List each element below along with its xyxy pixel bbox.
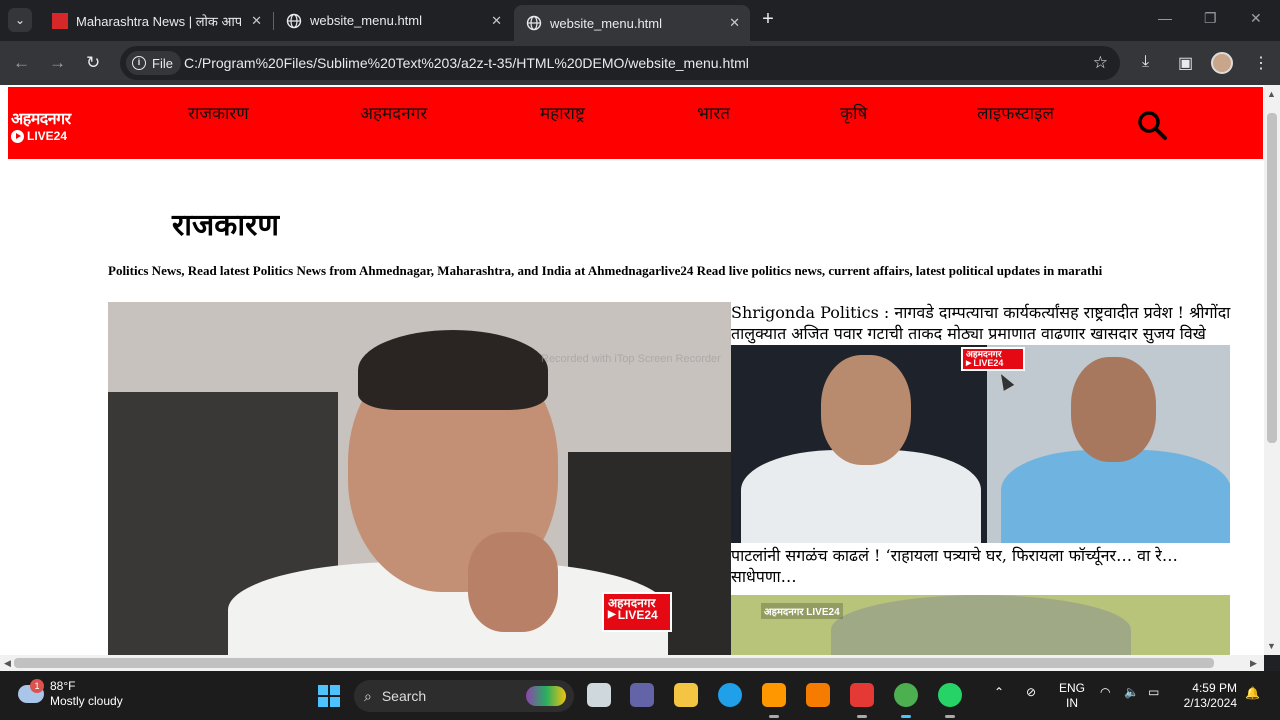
edge-icon[interactable] (718, 683, 742, 707)
browser-tab[interactable]: Maharashtra News | लोक आपला ✕ (40, 6, 272, 35)
browser-toolbar: ← → ↻ i File C:/Program%20Files/Sublime%… (0, 41, 1280, 85)
search-label: Search (381, 688, 427, 704)
address-bar[interactable]: i File C:/Program%20Files/Sublime%20Text… (120, 46, 1120, 80)
vertical-scrollbar[interactable]: ▲ ▼ (1264, 85, 1280, 655)
browser-tab[interactable]: website_menu.html ✕ (274, 6, 512, 35)
news-title[interactable]: पाटलांनी सगळंच काढलं ! ‘राहायला पत्र्याच… (731, 545, 1231, 587)
profile-avatar[interactable] (1211, 52, 1233, 74)
menu-item-maharashtra[interactable]: महाराष्ट्र (540, 101, 585, 124)
taskbar-search[interactable]: ⌕ Search (354, 680, 574, 712)
site-info-chip[interactable]: i File (126, 51, 181, 75)
menu-item-india[interactable]: भारत (697, 101, 730, 124)
download-icon[interactable]: ⤓ (1142, 53, 1149, 71)
new-tab-button[interactable]: + (758, 8, 778, 32)
play-icon (11, 129, 24, 143)
recorder-watermark: Recorded with iTop Screen Recorder (541, 353, 721, 365)
teams-icon[interactable] (630, 683, 654, 707)
sublime-text-icon[interactable] (762, 683, 786, 707)
close-window-icon[interactable]: ✕ (1250, 10, 1262, 27)
tab-title: website_menu.html (550, 15, 662, 31)
brand-badge: अहमदनगर ▶ LIVE24 (961, 347, 1025, 371)
tab-title: Maharashtra News | लोक आपला (76, 13, 241, 29)
news-image[interactable]: अहमदनगर LIVE24 (731, 595, 1230, 655)
screen-recorder-icon[interactable] (850, 683, 874, 707)
browser-tab-active[interactable]: website_menu.html ✕ (514, 5, 750, 41)
file-explorer-icon[interactable] (674, 683, 698, 707)
search-highlight-icon (526, 686, 566, 706)
page-viewport: अहमदनगर LIVE24 राजकारण अहमदनगर महाराष्ट्… (0, 85, 1264, 655)
brand-badge: अहमदनगर LIVE24 (761, 603, 843, 619)
close-tab-icon[interactable]: ✕ (729, 15, 740, 31)
file-chip-label: File (152, 55, 173, 71)
info-icon: i (132, 56, 146, 70)
globe-icon (526, 15, 542, 31)
forward-icon[interactable]: → (49, 53, 66, 73)
menu-item-ahmednagar[interactable]: अहमदनगर (360, 101, 427, 124)
brand-badge: अहमदनगर ▶ LIVE24 (602, 592, 672, 632)
scroll-left-icon[interactable]: ◀ (4, 658, 11, 669)
side-panel-icon[interactable]: ▣ (1178, 53, 1193, 73)
windows-taskbar: 1 88°F Mostly cloudy ⌕ Search ⌃ ⊘ ENG IN… (0, 671, 1280, 720)
page-title: राजकारण (172, 208, 280, 243)
battery-icon[interactable]: ▭ (1148, 685, 1159, 699)
logo-line1: अहमदनगर (11, 111, 71, 128)
bookmark-star-icon[interactable]: ☆ (1093, 53, 1108, 73)
cloud-icon: 1 (18, 679, 44, 703)
weather-condition: Mostly cloudy (50, 694, 123, 708)
close-tab-icon[interactable]: ✕ (251, 13, 262, 29)
search-icon: ⌕ (364, 687, 372, 704)
whatsapp-icon[interactable] (938, 683, 962, 707)
site-favicon-icon (52, 12, 68, 29)
site-logo[interactable]: अहमदनगर LIVE24 (11, 107, 71, 143)
restore-icon[interactable]: ❐ (1204, 10, 1217, 27)
scrollbar-thumb[interactable] (14, 658, 1214, 668)
scroll-down-icon[interactable]: ▼ (1267, 641, 1276, 651)
horizontal-scrollbar[interactable]: ◀ ▶ (0, 655, 1264, 671)
close-tab-icon[interactable]: ✕ (491, 13, 502, 29)
clock[interactable]: 4:59 PM 2/13/2024 (1181, 681, 1237, 711)
url-text[interactable]: C:/Program%20Files/Sublime%20Text%203/a2… (184, 55, 749, 71)
more-menu-icon[interactable]: ⋮ (1253, 53, 1269, 73)
chevron-up-icon[interactable]: ⌃ (994, 685, 1004, 699)
menu-item-lifestyle[interactable]: लाइफस्टाइल (977, 101, 1054, 124)
back-icon[interactable]: ← (13, 53, 30, 73)
task-view-icon[interactable] (587, 683, 611, 707)
news-image[interactable]: अहमदनगर ▶ LIVE24 (731, 345, 1230, 543)
weather-widget[interactable]: 1 88°F Mostly cloudy (18, 679, 123, 709)
logo-line2: LIVE24 (27, 129, 68, 143)
side-news-list: Shrigonda Politics : नागवडे दाम्पत्याचा … (731, 302, 1231, 655)
scroll-up-icon[interactable]: ▲ (1267, 89, 1276, 99)
search-icon[interactable] (1136, 109, 1168, 141)
menu-item-agriculture[interactable]: कृषि (840, 101, 867, 124)
notifications-bell-icon[interactable]: 🔔 (1245, 686, 1260, 700)
scrollbar-thumb[interactable] (1267, 113, 1277, 443)
windows-start-icon[interactable] (318, 685, 340, 707)
minimize-icon[interactable]: — (1158, 10, 1172, 26)
volume-icon[interactable]: 🔈 (1124, 685, 1139, 699)
wifi-icon[interactable]: ◠ (1100, 685, 1110, 699)
tab-search-dropdown-icon[interactable]: ⌄ (8, 8, 32, 32)
menu-item-politics[interactable]: राजकारण (188, 101, 249, 124)
page-description: Politics News, Read latest Politics News… (108, 263, 1103, 278)
location-off-icon[interactable]: ⊘ (1026, 685, 1036, 699)
news-title[interactable]: Shrigonda Politics : नागवडे दाम्पत्याचा … (731, 302, 1231, 344)
site-header: अहमदनगर LIVE24 राजकारण अहमदनगर महाराष्ट्… (8, 87, 1263, 159)
tab-title: website_menu.html (310, 13, 422, 28)
globe-icon (286, 13, 302, 29)
reload-icon[interactable]: ↻ (86, 53, 100, 73)
app-icon[interactable] (806, 683, 830, 707)
notification-badge: 1 (30, 679, 44, 693)
temperature: 88°F (50, 679, 76, 693)
scroll-right-icon[interactable]: ▶ (1250, 658, 1257, 669)
language-indicator[interactable]: ENG IN (1059, 681, 1085, 711)
browser-tab-bar: ⌄ Maharashtra News | लोक आपला ✕ website_… (0, 0, 1280, 41)
chrome-icon[interactable] (894, 683, 918, 707)
